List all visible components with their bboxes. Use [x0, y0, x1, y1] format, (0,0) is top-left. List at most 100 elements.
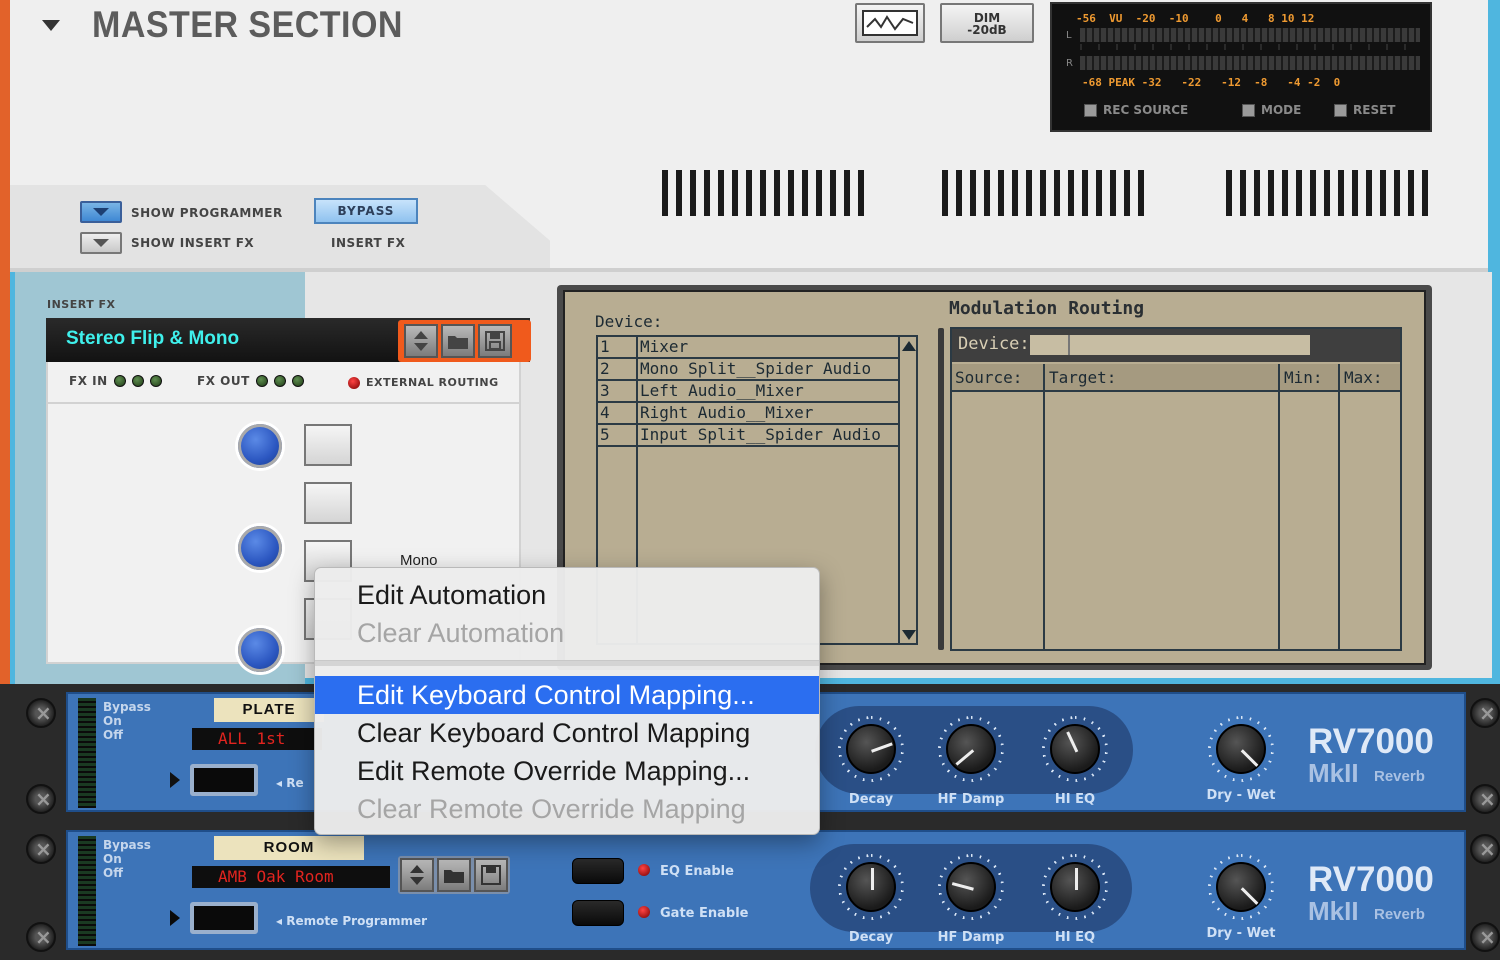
- decay-label: Decay: [848, 792, 894, 807]
- scroll-up-icon[interactable]: [901, 338, 917, 357]
- rv7000-logo: RV7000: [1308, 722, 1434, 761]
- gate-enable-button[interactable]: [572, 900, 624, 926]
- decay-knob[interactable]: [846, 862, 896, 912]
- decay-knob[interactable]: [846, 724, 896, 774]
- dry-wet-label: Dry - Wet: [1206, 926, 1276, 941]
- waveform-button[interactable]: [855, 3, 925, 43]
- bypass-on-off-switch[interactable]: Bypass On Off: [103, 700, 151, 742]
- device-list-scrollbar[interactable]: [898, 335, 900, 645]
- list-item[interactable]: 1 Mixer: [598, 337, 900, 359]
- save-patch-button[interactable]: [474, 858, 508, 892]
- list-item[interactable]: 4 Right Audio__Mixer: [598, 403, 900, 425]
- column-divider: [1338, 364, 1340, 651]
- vu-scale: -56 VU -20 -10 0 4 8 10 12: [1076, 12, 1315, 25]
- reset-checkbox[interactable]: RESET: [1334, 103, 1395, 117]
- device-list-header: Device:: [595, 312, 663, 331]
- show-programmer-label: SHOW PROGRAMMER: [131, 206, 283, 220]
- dim-button[interactable]: DIM -20dB: [940, 3, 1034, 43]
- insert-knob-1[interactable]: [238, 424, 282, 468]
- hf-damp-knob[interactable]: [946, 724, 996, 774]
- rack-screw: [1470, 834, 1500, 864]
- hi-eq-knob[interactable]: [1050, 862, 1100, 912]
- external-routing-label: EXTERNAL ROUTING: [366, 376, 499, 389]
- menu-item-edit-keyboard-control-mapping[interactable]: Edit Keyboard Control Mapping...: [315, 676, 819, 714]
- device-name-label[interactable]: ROOM: [214, 836, 364, 860]
- fx-in-group: FX IN: [69, 374, 162, 388]
- insert-knob-3[interactable]: [238, 628, 282, 672]
- meter-left-label: L: [1066, 30, 1072, 41]
- modulation-routing-title: Modulation Routing: [949, 298, 1145, 319]
- mkii-logo: MkII: [1308, 758, 1359, 788]
- list-item[interactable]: 3 Left Audio__Mixer: [598, 381, 900, 403]
- show-programmer-toggle[interactable]: [80, 201, 122, 223]
- column-source: Source:: [955, 368, 1023, 387]
- insert-button-2[interactable]: [304, 482, 352, 524]
- right-edge-strip: [1488, 0, 1500, 272]
- off-label: Off: [103, 728, 123, 742]
- save-icon: [485, 331, 505, 351]
- gate-enable-led: [638, 906, 650, 918]
- up-down-arrows-icon: [410, 865, 424, 885]
- hf-damp-label: HF Damp: [937, 792, 1005, 807]
- meter-bar-left: [1080, 28, 1420, 42]
- menu-separator: [315, 660, 819, 666]
- insert-knob-2[interactable]: [238, 526, 282, 570]
- fx-out-group: FX OUT: [197, 374, 304, 388]
- dry-wet-knob[interactable]: [1216, 724, 1266, 774]
- programmer-slot[interactable]: [190, 902, 258, 934]
- scroll-down-icon[interactable]: [901, 627, 917, 646]
- collapse-triangle-icon[interactable]: [42, 20, 60, 31]
- patch-name: Stereo Flip & Mono: [66, 328, 240, 349]
- device-field-input[interactable]: [1030, 335, 1310, 355]
- patch-up-down-button[interactable]: [404, 324, 438, 358]
- folder-icon: [444, 870, 464, 883]
- rv7000-logo: RV7000: [1308, 860, 1434, 899]
- fx-in-led: [113, 375, 126, 387]
- decay-label: Decay: [848, 930, 894, 945]
- meter-right-label: R: [1066, 58, 1073, 69]
- menu-item-clear-keyboard-control-mapping[interactable]: Clear Keyboard Control Mapping: [315, 714, 819, 752]
- list-item[interactable]: 2 Mono Split__Spider Audio: [598, 359, 900, 381]
- fx-out-label: FX OUT: [197, 374, 250, 388]
- hi-eq-knob[interactable]: [1050, 724, 1100, 774]
- column-max: Max:: [1344, 368, 1383, 387]
- dry-wet-label: Dry - Wet: [1206, 788, 1276, 803]
- eq-enable-button[interactable]: [572, 858, 624, 884]
- mkii-logo: MkII: [1308, 896, 1359, 926]
- meter-ticks: [1080, 44, 1420, 50]
- browse-patch-button[interactable]: [437, 858, 471, 892]
- insert-button-1[interactable]: [304, 424, 352, 466]
- bypass-button[interactable]: BYPASS: [314, 198, 418, 224]
- programmer-slot[interactable]: [190, 764, 258, 796]
- gate-enable-label: Gate Enable: [660, 906, 749, 921]
- rec-source-label: REC SOURCE: [1103, 103, 1189, 117]
- rec-source-checkbox[interactable]: REC SOURCE: [1084, 103, 1188, 117]
- patch-display-red: ALL 1st: [192, 728, 322, 750]
- hi-eq-label: HI EQ: [1054, 930, 1096, 945]
- hf-damp-knob[interactable]: [946, 862, 996, 912]
- dry-wet-knob[interactable]: [1216, 862, 1266, 912]
- menu-item-edit-remote-override-mapping[interactable]: Edit Remote Override Mapping...: [315, 752, 819, 790]
- browse-patch-button[interactable]: [441, 324, 475, 358]
- remote-programmer-label: ◂ Re: [276, 776, 304, 790]
- patch-up-down-button[interactable]: [400, 858, 434, 892]
- reverb-logo: Reverb: [1374, 768, 1425, 785]
- play-icon[interactable]: [170, 772, 180, 788]
- peak-scale: -68 PEAK -32 -22 -12 -8 -4 -2 0: [1082, 76, 1341, 89]
- save-icon: [481, 865, 501, 885]
- play-icon[interactable]: [170, 910, 180, 926]
- mode-box: [1242, 103, 1255, 117]
- context-menu: Edit Automation Clear Automation Edit Ke…: [314, 567, 820, 835]
- folder-icon: [448, 336, 468, 349]
- save-patch-button[interactable]: [478, 324, 512, 358]
- device-level-leds: [78, 698, 96, 808]
- list-item[interactable]: 5 Input Split__Spider Audio: [598, 425, 900, 447]
- fx-out-led: [255, 375, 268, 387]
- show-insert-fx-toggle[interactable]: [80, 232, 122, 254]
- waveform-icon: [862, 10, 918, 36]
- device-name-label[interactable]: PLATE: [214, 698, 324, 722]
- menu-item-edit-automation[interactable]: Edit Automation: [315, 576, 819, 614]
- mode-checkbox[interactable]: MODE: [1242, 103, 1301, 117]
- bypass-on-off-switch[interactable]: Bypass On Off: [103, 838, 151, 880]
- level-meter: -56 VU -20 -10 0 4 8 10 12 L R -68 PEAK …: [1050, 2, 1432, 132]
